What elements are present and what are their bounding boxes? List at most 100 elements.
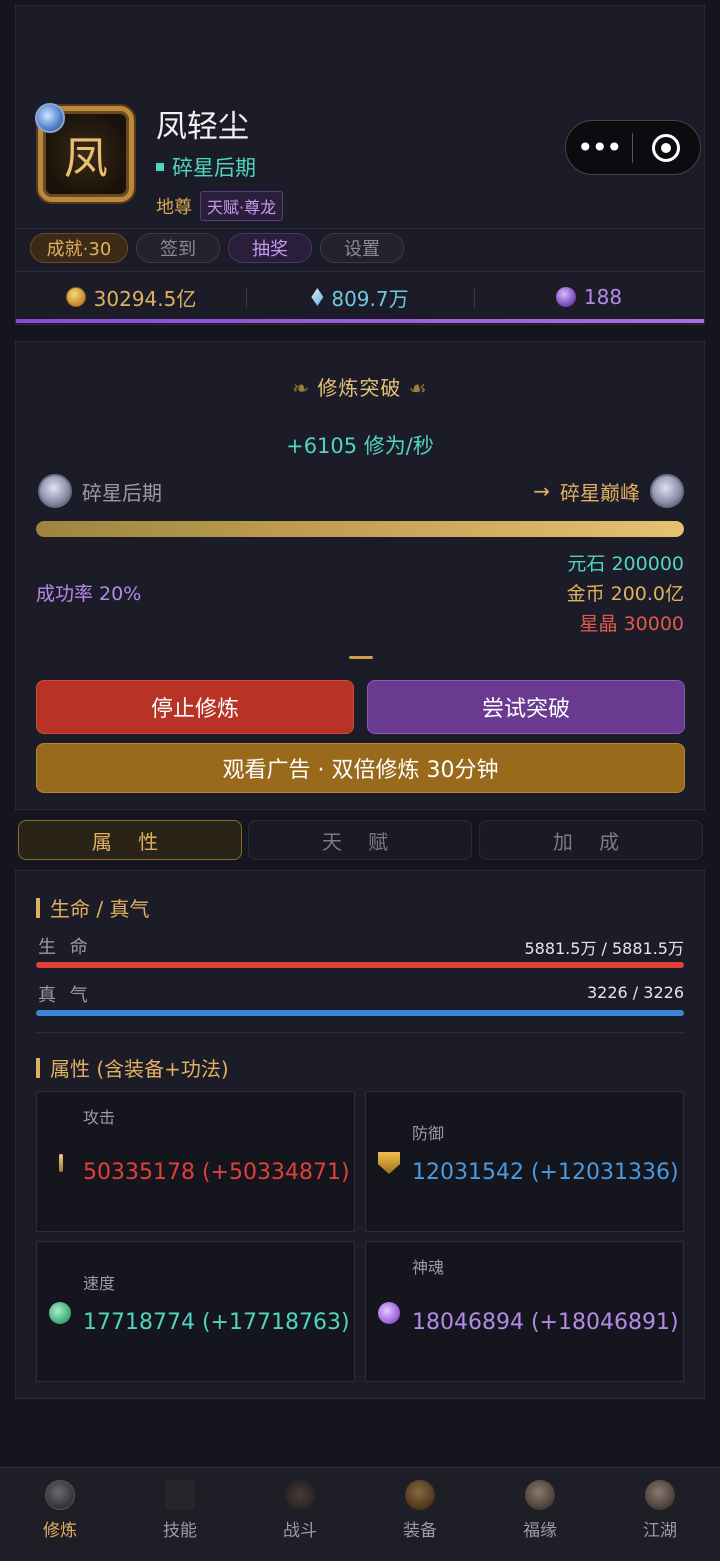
rank-row: 地尊 天赋·尊龙 <box>156 191 284 221</box>
fortune-icon <box>525 1480 555 1510</box>
attack-value: 50335178 (+50334871) <box>83 1160 350 1185</box>
skills-icon <box>165 1480 195 1510</box>
stage-badge-icon <box>650 474 684 508</box>
speed-icon <box>49 1302 71 1324</box>
divider-ornament-icon <box>349 656 373 659</box>
qi-bar <box>36 1010 684 1016</box>
defense-value: 12031542 (+12031336) <box>412 1160 679 1185</box>
realm-text: 碎星后期 <box>172 156 256 180</box>
shield-icon <box>378 1152 400 1174</box>
stop-cultivation-button[interactable]: 停止修炼 <box>36 680 354 734</box>
defense-card: 防御 12031542 (+12031336) <box>365 1091 684 1232</box>
arrow-icon: → <box>533 479 550 503</box>
ornament-icon: ☙ <box>401 376 428 400</box>
orb-icon <box>555 287 576 307</box>
nav-item-skills[interactable]: 技能 <box>120 1468 240 1561</box>
cost-stone: 元石 200000 <box>567 553 684 575</box>
cost-star: 星晶 30000 <box>579 613 684 635</box>
cultivation-panel: ❧ 修炼突破 ☙ +6105 修为/秒 碎星后期 → 碎星巅峰 成功率 20% … <box>15 341 705 810</box>
stone-resource: 809.7万 <box>246 272 474 322</box>
miniprogram-capsule: ••• <box>565 120 701 175</box>
divider <box>36 1032 684 1033</box>
attack-label: 攻击 <box>83 1108 116 1127</box>
cultivation-title: ❧ 修炼突破 ☙ <box>16 372 704 401</box>
speed-value: 17718774 (+17718763) <box>83 1310 350 1335</box>
nav-item-equipment[interactable]: 装备 <box>360 1468 480 1561</box>
talent-badge: 天赋·尊龙 <box>200 191 284 221</box>
avatar[interactable]: 凤 <box>35 103 134 202</box>
progress-fill <box>36 521 684 537</box>
tab-talent[interactable]: 天 赋 <box>248 820 472 860</box>
stage-badge-icon <box>38 474 72 508</box>
crystal-value: 188 <box>583 285 623 309</box>
tab-attributes[interactable]: 属 性 <box>18 820 242 860</box>
section-vital: 生命 / 真气 <box>36 893 149 922</box>
section-marker <box>36 897 40 918</box>
profile-header: 凤 凤轻尘 碎星后期 地尊 天赋·尊龙 ••• 成就·30 签到 抽奖 设置 3… <box>15 5 705 325</box>
stone-value: 809.7万 <box>331 286 409 311</box>
breakthrough-costs: 元石 200000 金币 200.0亿 星晶 30000 <box>567 549 684 639</box>
nav-item-fortune[interactable]: 福缘 <box>480 1468 600 1561</box>
section-attributes: 属性 (含装备+功法) <box>36 1053 229 1082</box>
soul-card: 神魂 18046894 (+18046891) <box>365 1241 684 1382</box>
cultivate-icon <box>45 1480 75 1510</box>
watch-ad-button[interactable]: 观看广告 · 双倍修炼 30分钟 <box>36 743 685 793</box>
section-vital-title: 生命 / 真气 <box>50 897 150 921</box>
more-icon[interactable]: ••• <box>566 133 632 162</box>
rank-text: 地尊 <box>156 197 192 218</box>
realm-dot-icon <box>156 163 164 171</box>
nav-item-cultivate[interactable]: 修炼 <box>0 1468 120 1561</box>
diamond-icon <box>311 288 324 306</box>
cultivation-rate: +6105 修为/秒 <box>286 434 434 458</box>
achievement-button[interactable]: 成就·30 <box>30 233 128 263</box>
qi-value: 3226 / 3226 <box>587 983 684 1002</box>
jianghu-icon <box>645 1480 675 1510</box>
accent-line <box>16 319 704 323</box>
nav-label: 技能 <box>163 1521 197 1541</box>
attack-card: 攻击 50335178 (+50334871) <box>36 1091 355 1232</box>
section-marker <box>36 1057 40 1078</box>
speed-label: 速度 <box>83 1274 116 1293</box>
action-tags: 成就·30 签到 抽奖 设置 <box>30 233 404 263</box>
crystal-resource: 188 <box>474 272 704 322</box>
nav-label: 福缘 <box>523 1521 557 1541</box>
settings-button[interactable]: 设置 <box>320 233 404 263</box>
lottery-button[interactable]: 抽奖 <box>228 233 312 263</box>
success-rate: 成功率 20% <box>36 583 142 605</box>
stage-row: 碎星后期 → 碎星巅峰 <box>38 474 684 510</box>
bottom-nav: 修炼 技能 战斗 装备 福缘 江湖 <box>0 1467 720 1561</box>
crossed-swords-icon <box>285 1480 315 1510</box>
gold-resource: 30294.5亿 <box>16 272 246 322</box>
realm-label: 碎星后期 <box>156 152 256 182</box>
soul-value: 18046894 (+18046891) <box>412 1310 679 1335</box>
nav-label: 战斗 <box>283 1521 317 1541</box>
next-stage: → 碎星巅峰 <box>533 474 684 508</box>
close-miniprogram-button[interactable] <box>633 133 701 162</box>
qi-label: 真 气 <box>38 985 92 1006</box>
stats-panel: 生命 / 真气 生 命 5881.5万 / 5881.5万 真 气 3226 /… <box>15 870 705 1399</box>
soul-icon <box>378 1302 400 1324</box>
divider <box>16 228 704 229</box>
next-stage-text: 碎星巅峰 <box>560 480 640 505</box>
try-breakthrough-button[interactable]: 尝试突破 <box>367 680 685 734</box>
target-icon <box>652 133 681 162</box>
equipment-icon <box>405 1480 435 1510</box>
tab-bonus[interactable]: 加 成 <box>479 820 703 860</box>
cultivation-title-text: 修炼突破 <box>317 376 402 400</box>
nav-item-battle[interactable]: 战斗 <box>240 1468 360 1561</box>
speed-card: 速度 17718774 (+17718763) <box>36 1241 355 1382</box>
soul-label: 神魂 <box>412 1258 445 1277</box>
nav-item-jianghu[interactable]: 江湖 <box>600 1468 720 1561</box>
life-label: 生 命 <box>38 937 92 958</box>
gem-icon <box>35 103 65 133</box>
coin-icon <box>65 287 86 307</box>
current-stage: 碎星后期 <box>38 474 162 508</box>
nav-label: 装备 <box>403 1521 437 1541</box>
cultivation-progress <box>36 521 684 537</box>
player-name: 凤轻尘 <box>156 109 249 145</box>
nav-label: 修炼 <box>43 1521 77 1541</box>
sign-in-button[interactable]: 签到 <box>136 233 220 263</box>
life-bar <box>36 962 684 968</box>
life-value: 5881.5万 / 5881.5万 <box>524 939 684 958</box>
nav-label: 江湖 <box>643 1521 677 1541</box>
